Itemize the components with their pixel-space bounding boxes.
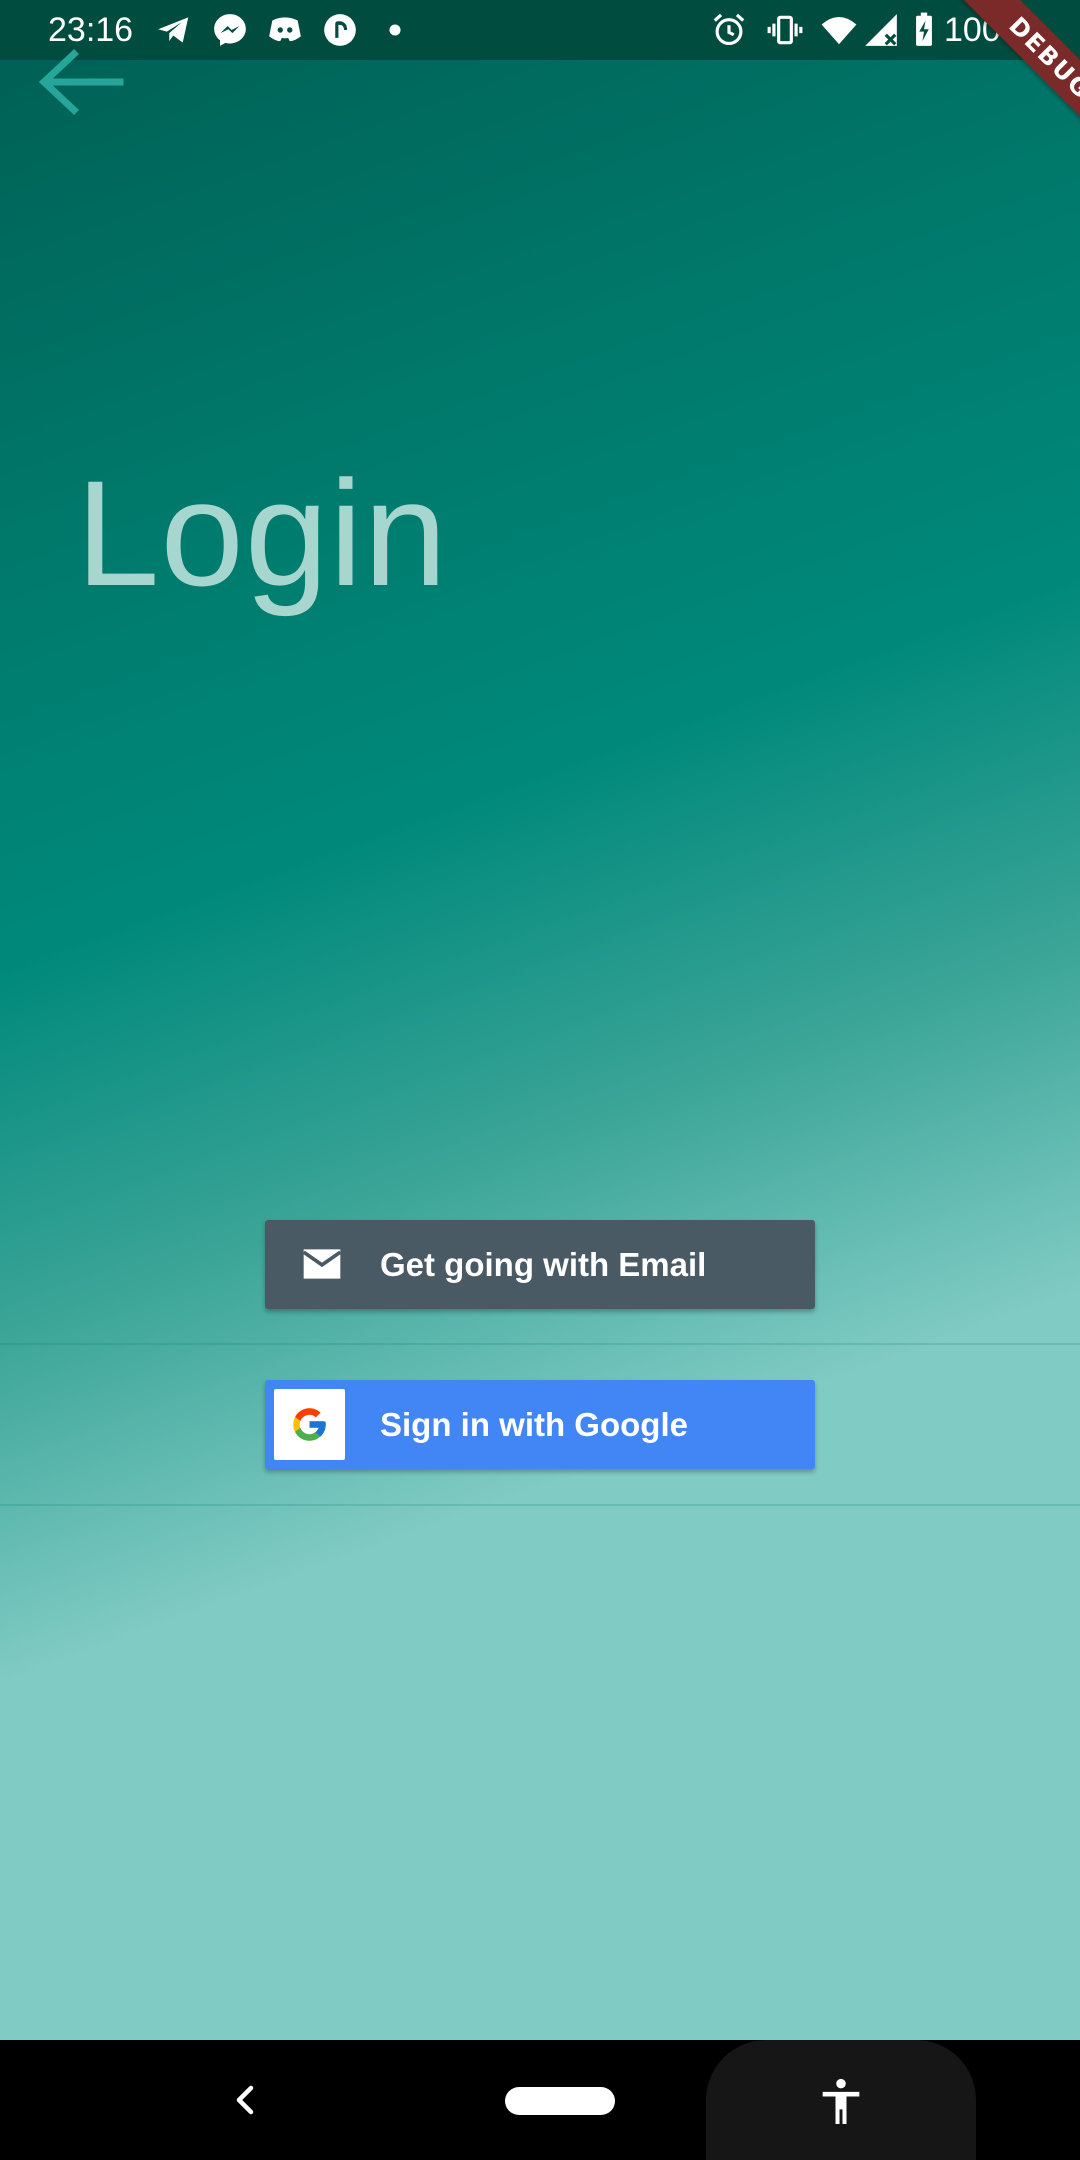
status-bar: 23:16 100% [0, 0, 1080, 60]
google-g-icon [293, 1408, 326, 1441]
arrow-back-icon [38, 49, 124, 115]
back-button[interactable] [30, 46, 130, 126]
pocketcasts-icon [324, 14, 356, 46]
accessibility-button[interactable] [706, 2040, 976, 2160]
status-time: 23:16 [48, 11, 134, 49]
signal-icon [865, 14, 897, 46]
battery-charging-icon [916, 12, 932, 46]
login-screen: 23:16 100% DEBUG Login Get going with Em… [0, 0, 1080, 2160]
alarm-icon [713, 13, 745, 46]
google-logo-container [274, 1389, 345, 1460]
discord-icon [269, 17, 301, 42]
telegram-icon [158, 17, 189, 43]
accessibility-icon [822, 2078, 860, 2124]
chevron-left-icon [236, 2085, 254, 2115]
messenger-icon [214, 14, 246, 46]
divider [0, 1343, 1080, 1345]
page-title: Login [76, 449, 449, 617]
google-button-label: Sign in with Google [380, 1406, 688, 1443]
wifi-icon [821, 16, 857, 45]
dot-icon [389, 24, 401, 36]
nav-back-button[interactable] [215, 2070, 275, 2130]
google-sign-in-button[interactable]: Sign in with Google [265, 1380, 815, 1469]
vibrate-icon [767, 15, 803, 45]
mail-icon [302, 1249, 342, 1279]
divider [0, 1504, 1080, 1506]
email-sign-in-button[interactable]: Get going with Email [265, 1220, 815, 1309]
email-button-label: Get going with Email [380, 1246, 707, 1283]
home-pill-icon[interactable] [505, 2087, 615, 2115]
